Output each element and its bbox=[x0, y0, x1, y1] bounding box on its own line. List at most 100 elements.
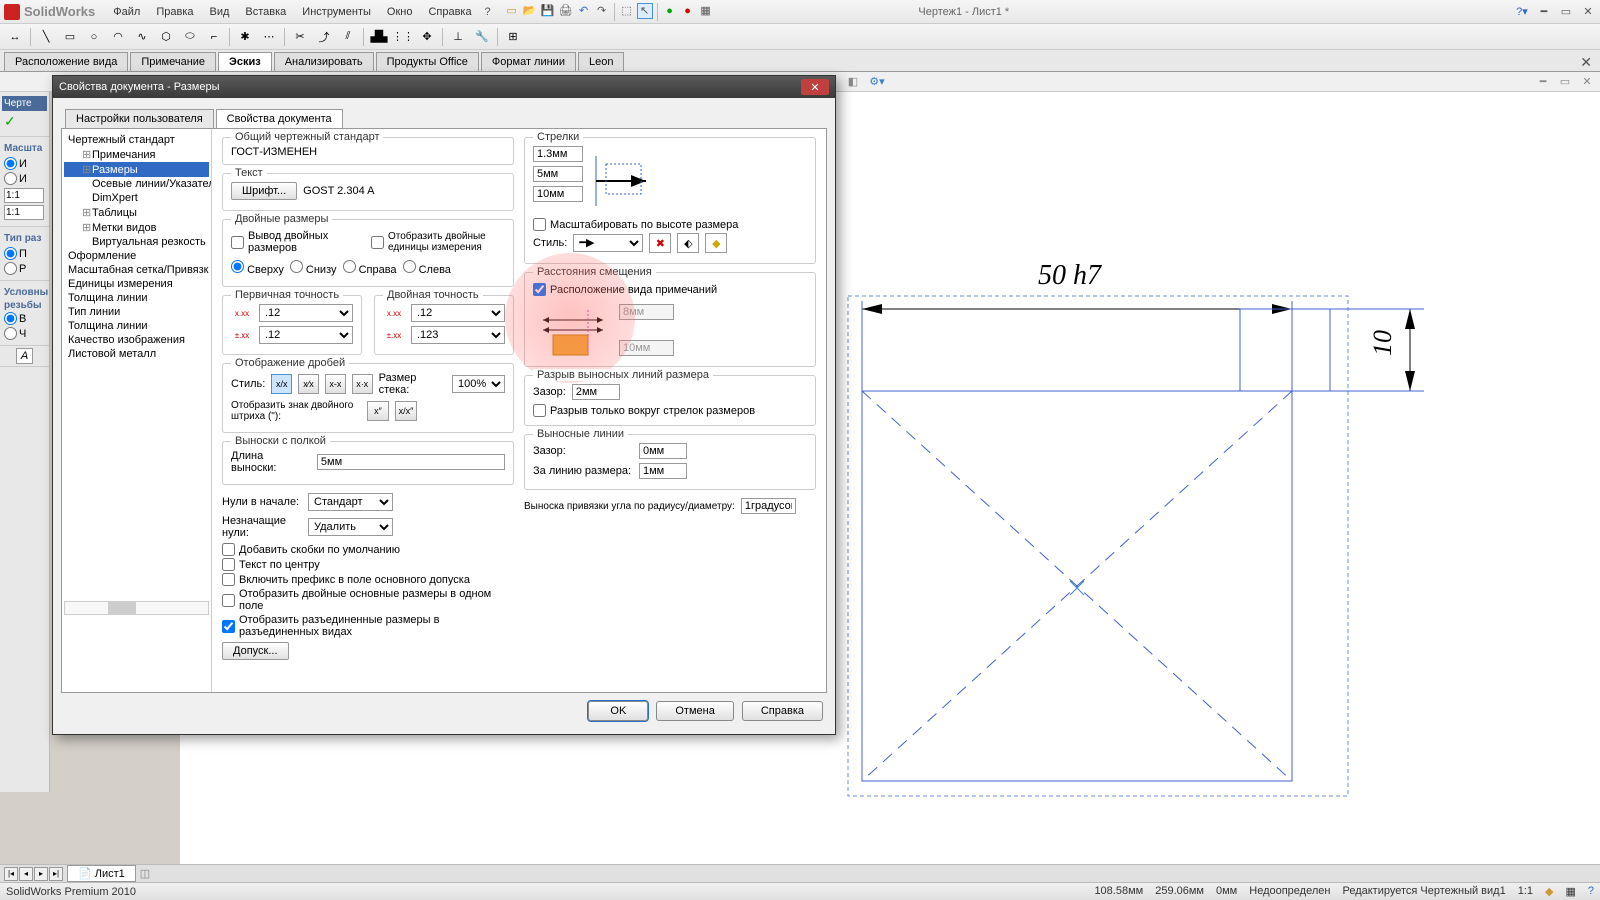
fillet-icon[interactable]: ⌐ bbox=[203, 27, 225, 47]
tree-line-style[interactable]: Тип линии bbox=[64, 305, 209, 319]
doc-restore-icon[interactable]: ▭ bbox=[1556, 74, 1574, 90]
pattern-icon[interactable]: ⋮⋮ bbox=[392, 27, 414, 47]
quick-snap-icon[interactable]: ⊞ bbox=[502, 27, 524, 47]
print-icon[interactable]: 🖨 bbox=[558, 3, 574, 19]
tree-grid[interactable]: Масштабная сетка/Привязк bbox=[64, 263, 209, 277]
polygon-icon[interactable]: ⬡ bbox=[155, 27, 177, 47]
arrow-btn3[interactable]: ◆ bbox=[705, 233, 727, 253]
select-icon[interactable]: ⬚ bbox=[619, 3, 635, 19]
dim-label-1[interactable]: 50 h7 bbox=[1038, 260, 1101, 292]
frac-style2[interactable]: x⁄x bbox=[298, 374, 319, 394]
help-button[interactable]: Справка bbox=[742, 701, 823, 721]
tree-centerlines[interactable]: Осевые линии/Указател bbox=[64, 177, 209, 191]
sec-btn2[interactable]: ⚙▾ bbox=[868, 74, 886, 90]
save-icon[interactable]: 💾 bbox=[540, 3, 556, 19]
tree-drafting-std[interactable]: Чертежный стандарт bbox=[64, 133, 209, 147]
tab-view-layout[interactable]: Расположение вида bbox=[4, 52, 128, 71]
panel-tab[interactable]: Черте bbox=[2, 96, 47, 111]
primary-tol-select[interactable]: .12 bbox=[259, 326, 353, 344]
break-arrows-check[interactable] bbox=[533, 404, 546, 417]
arc-icon[interactable]: ◠ bbox=[107, 27, 129, 47]
close-icon[interactable]: ✕ bbox=[1580, 4, 1596, 20]
scale-radio2[interactable] bbox=[4, 172, 17, 185]
circle-icon[interactable]: ○ bbox=[83, 27, 105, 47]
pos-left-radio[interactable] bbox=[403, 260, 416, 273]
settings-tree[interactable]: Чертежный стандарт ⊞Примечания ⊞Размеры … bbox=[62, 129, 212, 692]
frac-style4[interactable]: x·x bbox=[352, 374, 373, 394]
stack-size-select[interactable]: 100% bbox=[452, 375, 505, 393]
pos-bottom-radio[interactable] bbox=[290, 260, 303, 273]
rect-icon[interactable]: ▭ bbox=[59, 27, 81, 47]
undo-icon[interactable]: ↶ bbox=[576, 3, 592, 19]
scale-combo2[interactable]: 1:1 bbox=[4, 205, 44, 220]
type-radio1[interactable] bbox=[4, 247, 17, 260]
trim-icon[interactable]: ✂ bbox=[289, 27, 311, 47]
scale-height-check[interactable] bbox=[533, 218, 546, 231]
thread-radio1[interactable] bbox=[4, 312, 17, 325]
tree-units[interactable]: Единицы измерения bbox=[64, 277, 209, 291]
menu-help[interactable]: Справка bbox=[420, 3, 479, 21]
sheet-first-icon[interactable]: |◂ bbox=[4, 867, 18, 881]
tree-tables[interactable]: ⊞Таблицы bbox=[64, 205, 209, 220]
tree-image-quality[interactable]: Качество изображения bbox=[64, 333, 209, 347]
sec-btn1[interactable]: ◧ bbox=[844, 74, 862, 90]
tree-line-thickness[interactable]: Толщина линии bbox=[64, 291, 209, 305]
smart-dim-icon[interactable]: ↔ bbox=[4, 27, 26, 47]
gap-input[interactable] bbox=[572, 384, 620, 400]
dialog-tab-user[interactable]: Настройки пользователя bbox=[65, 109, 214, 128]
dialog-close-icon[interactable]: ✕ bbox=[801, 79, 829, 95]
add-sheet-icon[interactable]: ◫ bbox=[140, 867, 150, 880]
type-radio2[interactable] bbox=[4, 262, 17, 275]
menu-file[interactable]: Файл bbox=[105, 3, 148, 21]
tree-line-thickness2[interactable]: Толщина линии bbox=[64, 319, 209, 333]
help-icon[interactable]: ? bbox=[480, 4, 496, 20]
tab-annotation[interactable]: Примечание bbox=[130, 52, 216, 71]
status-icon2[interactable]: ▦ bbox=[1565, 885, 1575, 898]
sheet-last-icon[interactable]: ▸| bbox=[49, 867, 63, 881]
tab-evaluate[interactable]: Анализировать bbox=[274, 52, 374, 71]
move-icon[interactable]: ✥ bbox=[416, 27, 438, 47]
redo-icon[interactable]: ↷ bbox=[594, 3, 610, 19]
frac-style3[interactable]: x-x bbox=[325, 374, 346, 394]
primary-prec-select[interactable]: .12 bbox=[259, 304, 353, 322]
status-help-icon[interactable]: ? bbox=[1588, 885, 1594, 898]
convert-icon[interactable]: ⤴ bbox=[313, 27, 335, 47]
restore-icon[interactable]: ▭ bbox=[1558, 4, 1574, 20]
dual-units-check[interactable] bbox=[371, 236, 384, 249]
prime-btn1[interactable]: x″ bbox=[367, 401, 389, 421]
pos-top-radio[interactable] bbox=[231, 260, 244, 273]
tree-annotations[interactable]: ⊞Примечания bbox=[64, 147, 209, 162]
tree-detailing[interactable]: Оформление bbox=[64, 249, 209, 263]
doc-close-icon[interactable]: ✕ bbox=[1578, 74, 1596, 90]
centerline-icon[interactable]: ⋯ bbox=[258, 27, 280, 47]
dual-tol-select[interactable]: .123 bbox=[411, 326, 505, 344]
tab-line-format[interactable]: Формат линии bbox=[481, 52, 576, 71]
stop-icon[interactable]: ● bbox=[680, 3, 696, 19]
rebuild-icon[interactable]: ● bbox=[662, 3, 678, 19]
dual-display-check[interactable] bbox=[231, 236, 244, 249]
cancel-button[interactable]: Отмена bbox=[656, 701, 733, 721]
sheet-prev-icon[interactable]: ◂ bbox=[19, 867, 33, 881]
prefix-check[interactable] bbox=[222, 573, 235, 586]
tab-leon[interactable]: Leon bbox=[578, 52, 624, 71]
center-check[interactable] bbox=[222, 558, 235, 571]
line-icon[interactable]: ╲ bbox=[35, 27, 57, 47]
tree-view-labels[interactable]: ⊞Метки видов bbox=[64, 220, 209, 235]
arrow-val3[interactable] bbox=[533, 186, 583, 202]
radial-input[interactable] bbox=[741, 498, 796, 514]
paren-check[interactable] bbox=[222, 543, 235, 556]
font-button[interactable]: Шрифт... bbox=[231, 182, 297, 200]
open-icon[interactable]: 📂 bbox=[522, 3, 538, 19]
tree-dimensions[interactable]: ⊞Размеры bbox=[64, 162, 209, 177]
leading-zeros-select[interactable]: Стандарт bbox=[308, 493, 393, 511]
trailing-zeros-select[interactable]: Удалить bbox=[308, 518, 393, 536]
dim-label-2[interactable]: 10 bbox=[1368, 330, 1398, 356]
tab-sketch[interactable]: Эскиз bbox=[218, 52, 272, 71]
offset1-input[interactable] bbox=[619, 304, 674, 320]
ext-gap-input[interactable] bbox=[639, 443, 687, 459]
dialog-titlebar[interactable]: Свойства документа - Размеры ✕ bbox=[53, 76, 835, 98]
split-check[interactable] bbox=[222, 620, 235, 633]
ok-icon[interactable]: ✓ bbox=[2, 111, 47, 132]
menu-tools[interactable]: Инструменты bbox=[294, 3, 379, 21]
sheet-next-icon[interactable]: ▸ bbox=[34, 867, 48, 881]
